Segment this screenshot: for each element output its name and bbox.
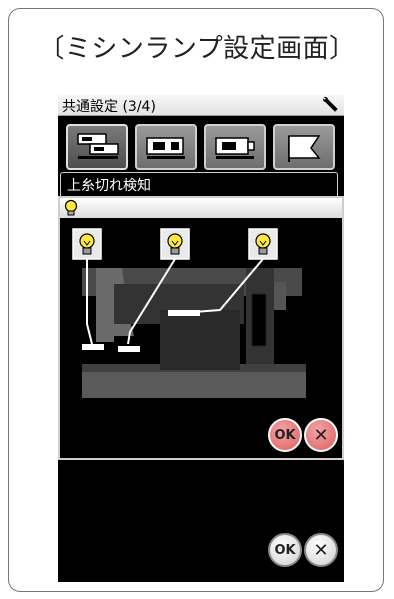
lcd-screen: 共通設定 (3/4) 上糸切れ検知 OK ✕ OK ✕	[58, 95, 344, 582]
cancel-button[interactable]: ✕	[304, 533, 338, 567]
tab-page-2[interactable]	[135, 124, 197, 170]
page-title: 共通設定 (3/4)	[62, 99, 156, 115]
popup-ok-button[interactable]: OK	[268, 418, 302, 452]
sewing-machine-lamp-icon	[215, 137, 255, 159]
popup-header	[60, 198, 342, 218]
tab-page-1[interactable]	[66, 124, 128, 170]
wrench-icon	[323, 96, 338, 112]
setting-label: 上糸切れ検知	[67, 178, 151, 194]
lamp-button-right[interactable]	[248, 228, 278, 260]
sewing-machine-diagram	[72, 228, 306, 398]
ok-label: OK	[274, 542, 296, 558]
lightbulb-icon	[64, 199, 78, 216]
lamp-button-left[interactable]	[72, 228, 102, 260]
lamp-button-middle[interactable]	[160, 228, 190, 260]
popup-cancel-button[interactable]: ✕	[304, 418, 338, 452]
sewing-machine-bed-icon	[77, 133, 119, 159]
sewing-machine-icon	[146, 137, 185, 159]
tab-page-4[interactable]	[273, 124, 335, 170]
title-bar: 共通設定 (3/4)	[58, 95, 344, 116]
popup-ok-label: OK	[274, 427, 296, 443]
close-icon: ✕	[313, 424, 329, 446]
ok-button[interactable]: OK	[268, 533, 302, 567]
screen-caption: 〔ミシンランプ設定画面〕	[38, 34, 356, 64]
lamp-setting-popup: OK ✕	[58, 196, 344, 460]
tab-page-3[interactable]	[204, 124, 266, 170]
close-icon: ✕	[313, 539, 329, 561]
flag-icon	[288, 135, 321, 162]
